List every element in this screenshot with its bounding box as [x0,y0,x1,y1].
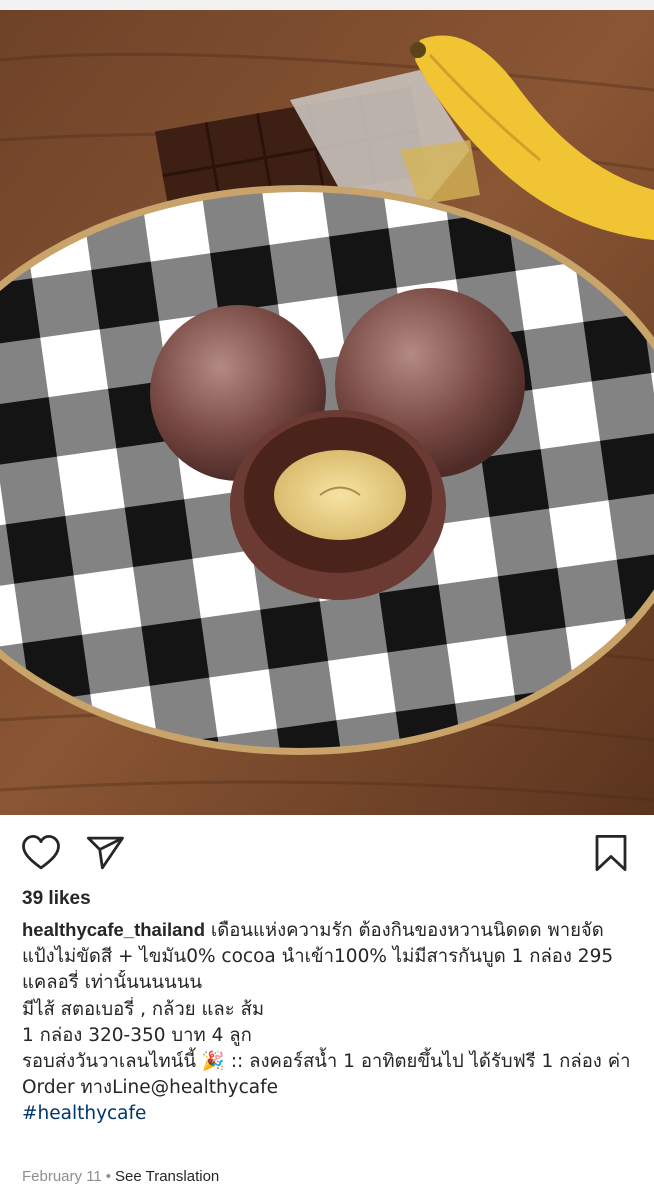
caption-username[interactable]: healthycafe_thailand [22,919,205,940]
caption-line: 1 กล่อง 320-350 บาท 4 ลูก [22,1024,252,1046]
separator-dot: • [105,1168,112,1185]
caption-line: มีไส้ สตอเบอรี่ , กล้วย และ ส้ม [22,998,265,1020]
caption-promo-line: รอบส่งวันวาเลนไทน์นี้ 🎉 :: ลงคอร์สน้ำ 1 … [22,1051,631,1073]
post-caption: healthycafe_thailand เดือนแห่งความรัก ต้… [22,917,632,1128]
post-meta: February 11 • See Translation [22,1168,219,1185]
caption-line: แป้งไม่ขัดสี + ไขมัน0% cocoa นำเข้า100% … [22,946,614,968]
hashtag-link[interactable]: #healthycafe [22,1101,632,1127]
bookmark-icon[interactable] [590,832,632,874]
paper-plane-icon[interactable] [84,832,126,874]
heart-icon[interactable] [20,832,62,874]
post-photo[interactable] [0,0,654,815]
likes-count[interactable]: 39 likes [22,888,91,910]
caption-line: แคลอรี่ เท่านั้นนนนนน [22,972,202,994]
mochi-photo-illustration [0,0,654,815]
cut-mochi [230,410,446,600]
caption-text-first: เดือนแห่งความรัก ต้องกินของหวานนิดดด พาย… [210,920,604,941]
post-action-bar [0,815,654,887]
caption-order-line: Order ทางLine@healthycafe [22,1077,279,1099]
top-divider [0,0,654,10]
post-date: February 11 [22,1168,102,1185]
see-translation-link[interactable]: See Translation [115,1168,219,1185]
